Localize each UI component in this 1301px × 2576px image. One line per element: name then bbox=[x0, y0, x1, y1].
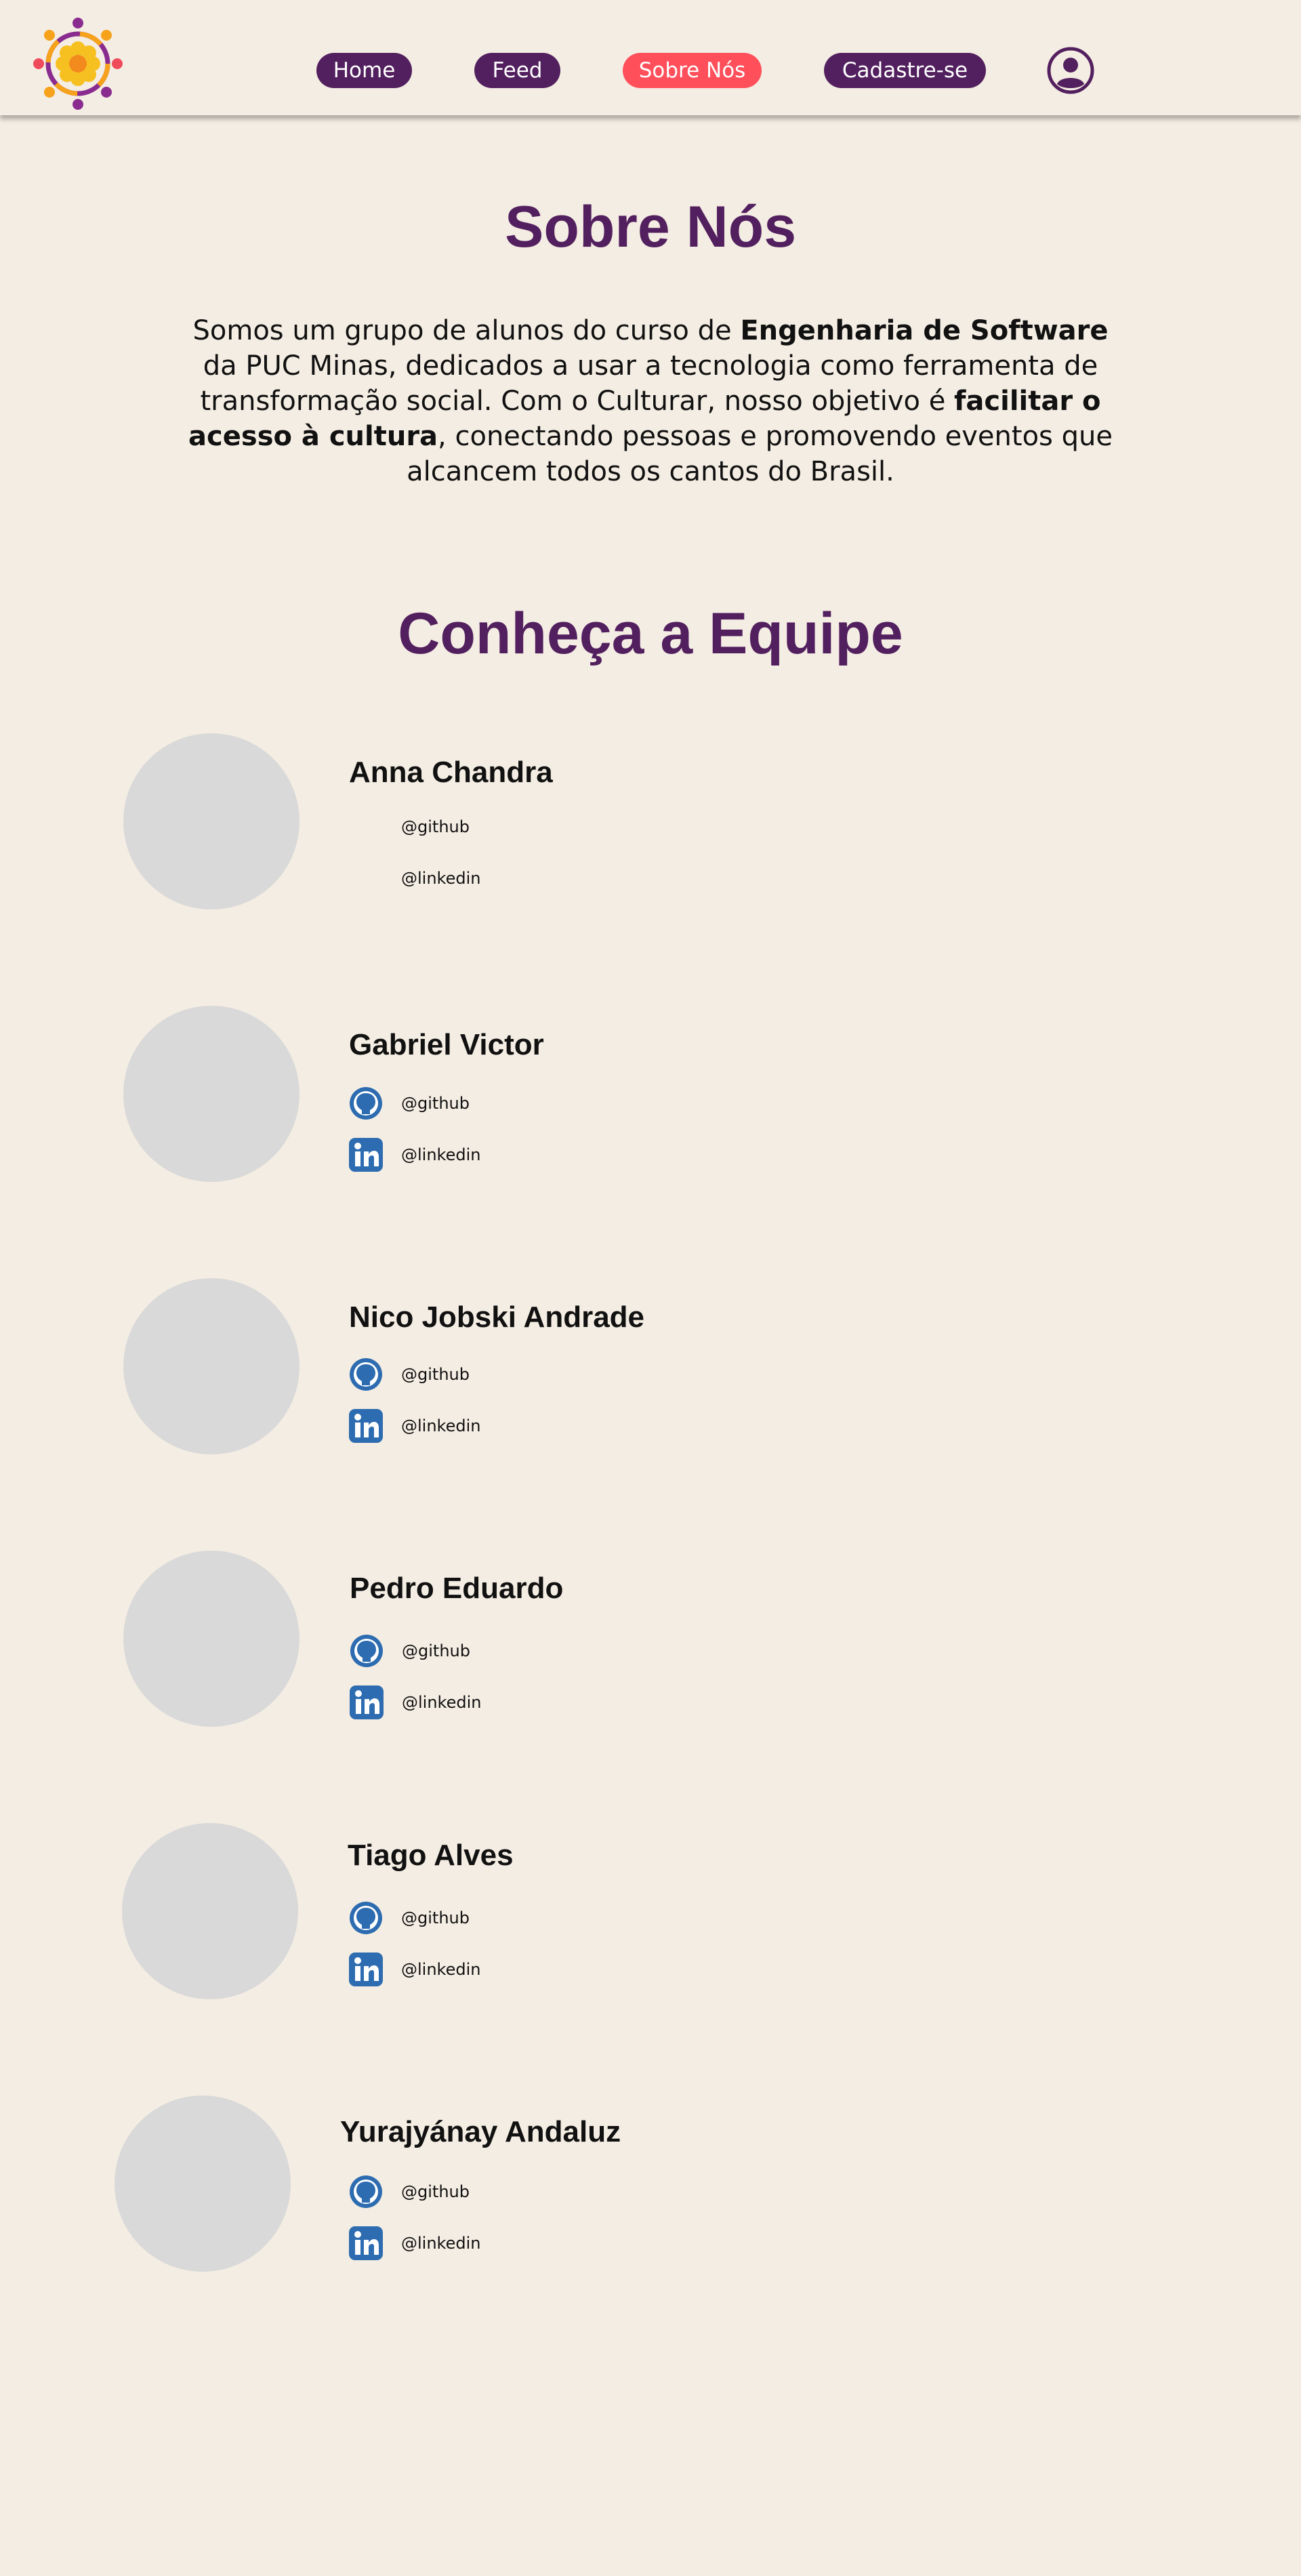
member-linkedin-link[interactable]: @linkedin bbox=[349, 2226, 480, 2261]
team-member-card: Tiago Alves @github @linkedin bbox=[122, 1823, 1071, 1999]
member-name: Tiago Alves bbox=[348, 1839, 514, 1872]
github-icon bbox=[350, 1902, 382, 1934]
user-profile-icon[interactable] bbox=[1046, 46, 1095, 95]
member-avatar bbox=[123, 1551, 300, 1727]
linkedin-icon bbox=[350, 1685, 384, 1719]
member-name: Nico Jobski Andrade bbox=[349, 1301, 645, 1334]
member-name: Pedro Eduardo bbox=[350, 1572, 564, 1605]
team-member-card: Nico Jobski Andrade @github @linkedin bbox=[123, 1278, 1072, 1454]
member-avatar bbox=[123, 1006, 300, 1182]
member-github-link[interactable]: @github bbox=[349, 1086, 470, 1121]
member-github-link[interactable]: @github bbox=[349, 809, 470, 844]
member-linkedin-link[interactable]: @linkedin bbox=[349, 1137, 480, 1172]
member-avatar bbox=[123, 1278, 300, 1454]
team-member-card: Anna Chandra @github @linkedin bbox=[123, 733, 1072, 909]
member-github-link[interactable]: @github bbox=[349, 2174, 470, 2209]
member-linkedin-link[interactable]: @linkedin bbox=[349, 1408, 480, 1444]
about-intro-text: Somos um grupo de alunos do curso de Eng… bbox=[188, 315, 1113, 487]
nav-cadastre-se-button[interactable]: Cadastre-se bbox=[824, 53, 986, 88]
member-github-link[interactable]: @github bbox=[349, 1357, 470, 1392]
linkedin-handle: @linkedin bbox=[401, 2234, 481, 2253]
github-handle: @github bbox=[402, 1641, 470, 1660]
nav-feed-button[interactable]: Feed bbox=[474, 53, 560, 88]
member-name: Gabriel Victor bbox=[349, 1028, 544, 1061]
linkedin-handle: @linkedin bbox=[401, 1145, 481, 1164]
member-github-link[interactable]: @github bbox=[349, 1900, 470, 1936]
nav-home-button[interactable]: Home bbox=[316, 53, 412, 88]
member-name: Yurajyánay Andaluz bbox=[340, 2115, 621, 2148]
member-github-link[interactable]: @github bbox=[350, 1633, 470, 1669]
site-header: Home Feed Sobre Nós Cadastre-se bbox=[0, 0, 1301, 115]
linkedin-handle: @linkedin bbox=[401, 869, 481, 888]
member-avatar bbox=[115, 2095, 291, 2272]
team-member-card: Yurajyánay Andaluz @github @linkedin bbox=[115, 2095, 1063, 2272]
github-handle: @github bbox=[401, 2182, 470, 2201]
team-section-title: Conheça a Equipe bbox=[398, 601, 903, 666]
github-handle: @github bbox=[401, 1094, 470, 1113]
github-handle: @github bbox=[401, 817, 470, 836]
page-title: Sobre Nós bbox=[504, 195, 797, 260]
member-linkedin-link[interactable]: @linkedin bbox=[349, 861, 480, 896]
linkedin-icon bbox=[349, 1953, 383, 1986]
member-avatar bbox=[123, 733, 300, 909]
github-icon bbox=[350, 1087, 382, 1120]
linkedin-icon bbox=[349, 1138, 383, 1172]
member-avatar bbox=[122, 1823, 298, 1999]
team-member-card: Pedro Eduardo @github @linkedin bbox=[123, 1551, 1072, 1727]
linkedin-icon bbox=[349, 1409, 383, 1443]
linkedin-handle: @linkedin bbox=[401, 1416, 481, 1435]
github-icon bbox=[350, 2175, 382, 2208]
github-icon bbox=[350, 1635, 383, 1667]
github-handle: @github bbox=[401, 1365, 470, 1384]
github-icon bbox=[350, 1358, 382, 1391]
linkedin-handle: @linkedin bbox=[402, 1693, 482, 1712]
member-linkedin-link[interactable]: @linkedin bbox=[349, 1952, 480, 1987]
member-name: Anna Chandra bbox=[349, 756, 553, 789]
member-linkedin-link[interactable]: @linkedin bbox=[350, 1685, 481, 1720]
linkedin-handle: @linkedin bbox=[401, 1960, 481, 1979]
culturar-logo[interactable] bbox=[30, 16, 125, 111]
github-handle: @github bbox=[401, 1908, 470, 1927]
linkedin-icon bbox=[349, 2226, 383, 2260]
nav-sobre-nos-button[interactable]: Sobre Nós bbox=[623, 53, 762, 88]
team-member-card: Gabriel Victor @github @linkedin bbox=[123, 1006, 1072, 1182]
